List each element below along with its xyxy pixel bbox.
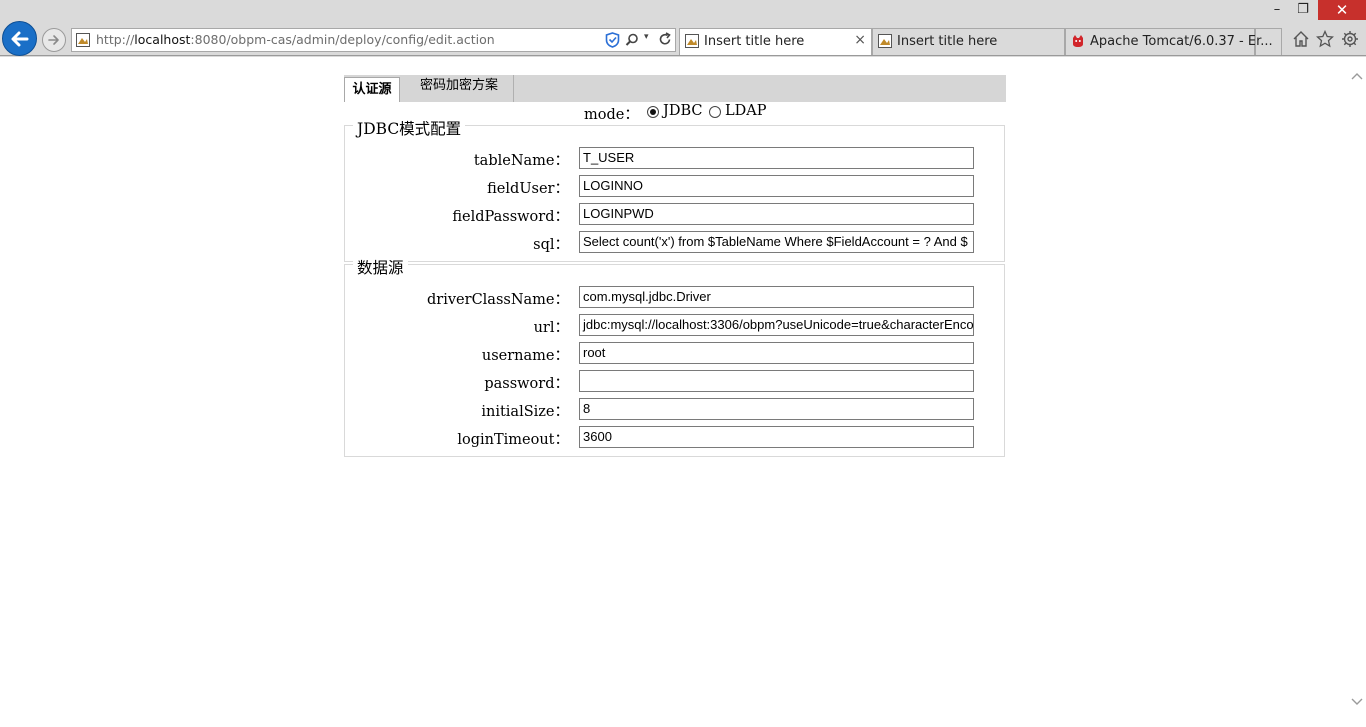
jdbc-config-group: JDBC模式配置 tableName： T_USER fieldUser： LO… — [344, 117, 1006, 262]
mode-ldap-radio[interactable] — [709, 106, 721, 118]
field-row-initialsize: initialSize： 8 — [345, 398, 1006, 420]
initialsize-label: initialSize： — [481, 404, 569, 420]
password-label: password： — [484, 376, 569, 392]
chrome-divider — [0, 55, 1366, 56]
browser-tab-1[interactable]: Insert title here × — [679, 28, 872, 55]
config-tabs: 认证源 密码加密方案 — [344, 75, 1006, 102]
fieldpassword-input[interactable]: LOGINPWD — [579, 203, 974, 225]
arrow-right-icon — [48, 35, 59, 45]
minimize-button[interactable]: – — [1264, 0, 1290, 20]
logintimeout-input[interactable]: 3600 — [579, 426, 974, 448]
field-row-driverclassname: driverClassName： com.mysql.jdbc.Driver — [345, 286, 1006, 308]
browser-tab-2[interactable]: Insert title here — [872, 28, 1065, 55]
tab-title: Apache Tomcat/6.0.37 - Er... — [1090, 34, 1273, 49]
mode-jdbc-label[interactable]: JDBC — [663, 103, 702, 119]
sql-label: sql： — [533, 237, 569, 253]
search-icon[interactable] — [625, 33, 639, 47]
tab-title: Insert title here — [704, 34, 805, 49]
forward-button[interactable] — [42, 28, 66, 52]
url-label: url： — [533, 320, 569, 336]
page-favicon-icon — [878, 34, 892, 48]
gear-icon[interactable] — [1341, 30, 1359, 48]
address-bar[interactable]: http://localhost:8080/obpm-cas/admin/dep… — [71, 28, 676, 52]
shield-icon[interactable] — [605, 32, 620, 48]
tomcat-icon — [1073, 35, 1083, 47]
datasource-group: 数据源 driverClassName： com.mysql.jdbc.Driv… — [344, 256, 1006, 457]
mode-label: mode： — [584, 107, 639, 123]
search-dropdown-icon[interactable]: ▾ — [644, 32, 649, 42]
username-input[interactable]: root — [579, 342, 974, 364]
datasource-legend: 数据源 — [353, 256, 408, 278]
username-label: username： — [481, 348, 569, 364]
mode-ldap-label[interactable]: LDAP — [725, 103, 766, 119]
field-row-fieldpassword: fieldPassword： LOGINPWD — [345, 203, 1006, 225]
mode-jdbc-radio[interactable] — [647, 106, 659, 118]
address-url[interactable]: http://localhost:8080/obpm-cas/admin/dep… — [96, 32, 495, 47]
restore-button[interactable]: ❐ — [1290, 0, 1316, 20]
back-button[interactable] — [2, 21, 37, 56]
field-row-password: password： — [345, 370, 1006, 392]
vertical-scrollbar[interactable] — [1348, 57, 1366, 727]
driverclassname-input[interactable]: com.mysql.jdbc.Driver — [579, 286, 974, 308]
page-favicon-icon — [685, 34, 699, 48]
tab-auth-source[interactable]: 认证源 — [344, 77, 400, 102]
new-tab-button[interactable] — [1255, 28, 1282, 55]
jdbc-config-legend: JDBC模式配置 — [353, 117, 466, 139]
fielduser-input[interactable]: LOGINNO — [579, 175, 974, 197]
fielduser-label: fieldUser： — [487, 181, 569, 197]
url-input[interactable]: jdbc:mysql://localhost:3306/obpm?useUnic… — [579, 314, 974, 336]
logintimeout-label: loginTimeout： — [457, 432, 569, 448]
field-row-logintimeout: loginTimeout： 3600 — [345, 426, 1006, 448]
browser-tab-3[interactable]: Apache Tomcat/6.0.37 - Er... — [1065, 28, 1273, 55]
scroll-down-icon[interactable] — [1351, 697, 1363, 707]
tab-password-encryption[interactable]: 密码加密方案 — [414, 75, 514, 102]
field-row-username: username： root — [345, 342, 1006, 364]
field-row-sql: sql： Select count('x') from $TableName W… — [345, 231, 1006, 253]
tablename-label: tableName： — [473, 153, 569, 169]
arrow-left-icon — [11, 31, 29, 47]
fieldpassword-label: fieldPassword： — [452, 209, 569, 225]
tab-title: Insert title here — [897, 34, 998, 49]
field-row-tablename: tableName： T_USER — [345, 147, 1006, 169]
password-input[interactable] — [579, 370, 974, 392]
field-row-fielduser: fieldUser： LOGINNO — [345, 175, 1006, 197]
sql-input[interactable]: Select count('x') from $TableName Where … — [579, 231, 974, 253]
field-row-url: url： jdbc:mysql://localhost:3306/obpm?us… — [345, 314, 1006, 336]
close-window-button[interactable]: ✕ — [1318, 0, 1366, 20]
refresh-icon[interactable] — [658, 32, 672, 47]
page-favicon-icon — [76, 33, 90, 47]
tablename-input[interactable]: T_USER — [579, 147, 974, 169]
close-tab-icon[interactable]: × — [854, 32, 866, 48]
scroll-up-icon[interactable] — [1351, 71, 1363, 81]
home-icon[interactable] — [1292, 30, 1310, 48]
favorites-star-icon[interactable] — [1316, 30, 1334, 48]
driverclassname-label: driverClassName： — [427, 292, 569, 308]
initialsize-input[interactable]: 8 — [579, 398, 974, 420]
